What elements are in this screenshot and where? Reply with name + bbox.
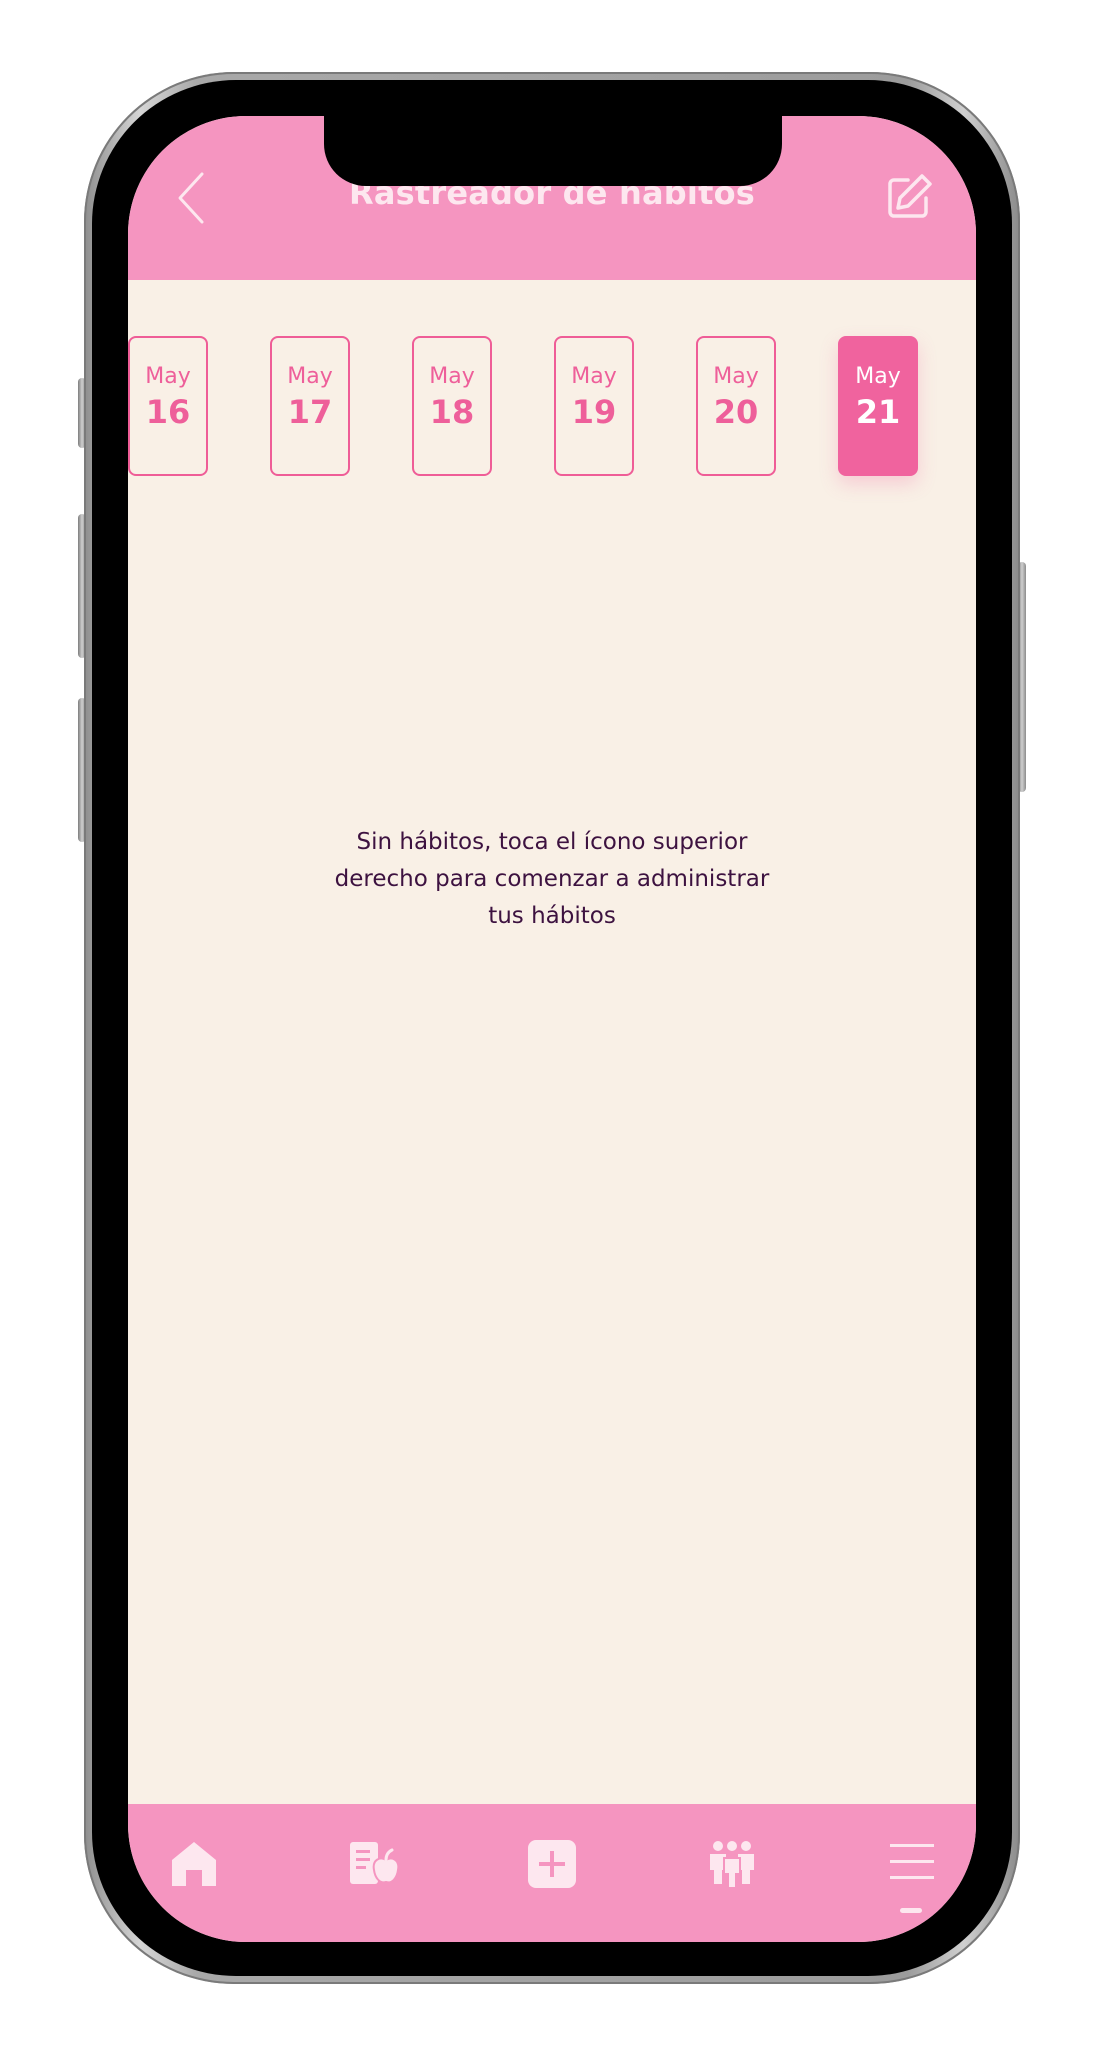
empty-state-line-1: Sin hábitos, toca el ícono superior: [356, 829, 748, 855]
date-month: May: [429, 364, 475, 389]
date-card-17[interactable]: May 17: [270, 336, 350, 476]
date-card-20[interactable]: May 20: [696, 336, 776, 476]
date-month: May: [855, 364, 901, 389]
date-day: 20: [713, 393, 759, 431]
date-month: May: [145, 364, 191, 389]
device-mockup: Rastreador de hábitos May 16 May 17 May …: [0, 0, 1104, 2062]
date-day: 19: [571, 393, 617, 431]
date-month: May: [287, 364, 333, 389]
nav-community-button[interactable]: [704, 1836, 760, 1892]
date-month: May: [571, 364, 617, 389]
nav-menu-button[interactable]: [884, 1836, 940, 1892]
date-card-18[interactable]: May 18: [412, 336, 492, 476]
edit-icon: [888, 174, 932, 218]
edit-habits-button[interactable]: [886, 172, 934, 220]
date-card-19[interactable]: May 19: [554, 336, 634, 476]
date-day: 17: [287, 393, 333, 431]
camera-notch: [324, 80, 782, 186]
add-icon: [528, 1840, 576, 1888]
menu-icon: [890, 1844, 934, 1879]
date-card-16[interactable]: May 16: [128, 336, 208, 476]
bottom-navigation: [128, 1804, 976, 1942]
date-month: May: [713, 364, 759, 389]
empty-state-line-3: tus hábitos: [488, 903, 616, 929]
date-card-21-selected[interactable]: May 21: [838, 336, 918, 476]
nutrition-list-icon: [350, 1842, 400, 1884]
app-screen: Rastreador de hábitos May 16 May 17 May …: [128, 116, 976, 1942]
empty-state-message: Sin hábitos, toca el ícono superior dere…: [308, 824, 796, 935]
empty-state-line-2: derecho para comenzar a administrar: [334, 866, 770, 892]
date-selector: May 16 May 17 May 18 May 19 May 20 May 2…: [128, 316, 976, 476]
active-tab-indicator: [900, 1908, 922, 1913]
nav-home-button[interactable]: [166, 1836, 222, 1892]
nav-nutrition-button[interactable]: [346, 1836, 402, 1892]
date-day: 18: [429, 393, 475, 431]
community-icon: [710, 1841, 754, 1889]
nav-add-button[interactable]: [524, 1836, 580, 1892]
date-day: 21: [855, 393, 901, 431]
home-icon: [172, 1842, 216, 1886]
date-day: 16: [145, 393, 191, 431]
